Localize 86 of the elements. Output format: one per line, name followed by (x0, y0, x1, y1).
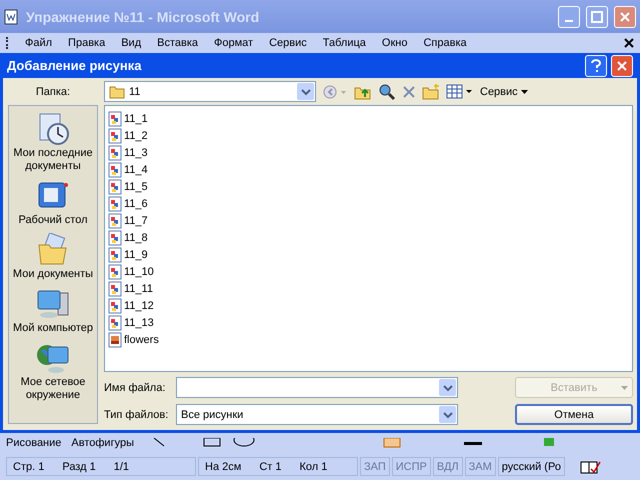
image-file-icon (108, 314, 122, 330)
help-button[interactable] (585, 54, 607, 76)
status-indicator: ЗАП (360, 457, 390, 476)
filetype-dropdown[interactable]: Все рисунки (176, 404, 458, 425)
image-file-icon (108, 162, 122, 178)
spelling-book-icon (578, 458, 601, 474)
close-icon[interactable] (624, 38, 634, 48)
maximize-icon (591, 10, 603, 22)
word-document-icon (4, 8, 20, 24)
menu-item[interactable]: Таблица (314, 37, 374, 49)
status-text: Кол 1 (299, 460, 328, 472)
file-item[interactable]: 11_1 (108, 110, 629, 127)
menu-item[interactable]: Вставка (149, 37, 206, 49)
status-text: 1/1 (114, 460, 130, 472)
status-text: Стр. 1 (13, 460, 44, 472)
caret-icon (520, 90, 528, 94)
places-bar-item[interactable]: Мое сетевое окружение (10, 341, 96, 402)
status-indicator: ИСПР (392, 457, 431, 476)
image-file-icon (108, 196, 122, 212)
places-bar-item[interactable]: Мои последние документы (10, 112, 96, 173)
file-item[interactable]: 11_12 (108, 297, 629, 314)
status-text: На 2см (205, 460, 242, 472)
status-indicator: ВДЛ (432, 457, 463, 476)
file-item[interactable]: flowers (108, 331, 629, 348)
file-item[interactable]: 11_13 (108, 314, 629, 331)
filename-field[interactable] (176, 377, 458, 398)
autoshapes-menu[interactable]: Автофигуры (71, 437, 134, 449)
file-item[interactable]: 11_2 (108, 127, 629, 144)
help-icon (590, 58, 602, 72)
image-file-icon (108, 230, 122, 246)
dialog-title: Добавление рисунка (7, 58, 142, 73)
file-item[interactable]: 11_7 (108, 212, 629, 229)
image-file-icon (108, 246, 122, 262)
new-folder-icon[interactable] (422, 84, 440, 100)
image-file-icon (108, 212, 122, 228)
search-icon[interactable] (378, 82, 396, 100)
menu-item[interactable]: Вид (113, 37, 150, 49)
tools-menu[interactable]: Сервис (480, 86, 528, 98)
places-bar-item[interactable]: Рабочий стол (10, 179, 96, 227)
image-file-icon (108, 264, 122, 280)
close-icon (616, 60, 628, 72)
status-text: Ст 1 (259, 460, 282, 472)
cancel-button[interactable]: Отмена (515, 404, 633, 425)
status-indicator: ЗАМ (464, 457, 496, 476)
close-button[interactable] (611, 54, 633, 76)
file-item[interactable]: 11_9 (108, 246, 629, 263)
image-file-icon (108, 298, 122, 314)
file-item[interactable]: 11_4 (108, 161, 629, 178)
caret-icon (621, 386, 628, 390)
menu-item[interactable]: Окно (374, 37, 416, 49)
photo-file-icon (108, 332, 122, 348)
menu-item[interactable]: Формат (206, 37, 262, 49)
view-menu-icon[interactable] (446, 84, 474, 100)
image-file-icon (108, 110, 122, 126)
window-title: Упражнение №11 - Microsoft Word (26, 8, 260, 24)
maximize-button[interactable] (586, 6, 608, 28)
file-item[interactable]: 11_5 (108, 178, 629, 195)
menu-item[interactable]: Справка (415, 37, 475, 49)
folder-icon (109, 84, 125, 98)
back-icon[interactable] (322, 84, 348, 100)
file-item[interactable]: 11_11 (108, 280, 629, 297)
menu-item[interactable]: Правка (60, 37, 114, 49)
folder-label: Папка: (36, 86, 70, 98)
image-file-icon (108, 144, 122, 160)
file-item[interactable]: 11_3 (108, 144, 629, 161)
menu-item[interactable]: Файл (17, 37, 60, 49)
close-icon (619, 10, 631, 22)
folder-dropdown[interactable]: 11 (104, 81, 316, 102)
minimize-button[interactable] (558, 6, 580, 28)
status-text: Разд 1 (62, 460, 96, 472)
status-indicator: русский (Ро (498, 457, 565, 476)
image-file-icon (108, 280, 122, 296)
image-file-icon (108, 128, 122, 144)
filename-label: Имя файла: (104, 382, 166, 394)
draw-menu[interactable]: Рисование (6, 437, 62, 449)
file-item[interactable]: 11_10 (108, 263, 629, 280)
menu-item[interactable]: Сервис (261, 37, 315, 49)
filetype-label: Тип файлов: (104, 408, 170, 420)
places-bar-item[interactable]: Мой компьютер (10, 287, 96, 335)
file-item[interactable]: 11_8 (108, 229, 629, 246)
file-item[interactable]: 11_6 (108, 195, 629, 212)
close-button[interactable] (614, 6, 636, 28)
places-bar-item[interactable]: Мои документы (10, 233, 96, 281)
image-file-icon (108, 178, 122, 194)
minimize-icon (565, 20, 573, 22)
delete-icon[interactable] (402, 84, 416, 98)
